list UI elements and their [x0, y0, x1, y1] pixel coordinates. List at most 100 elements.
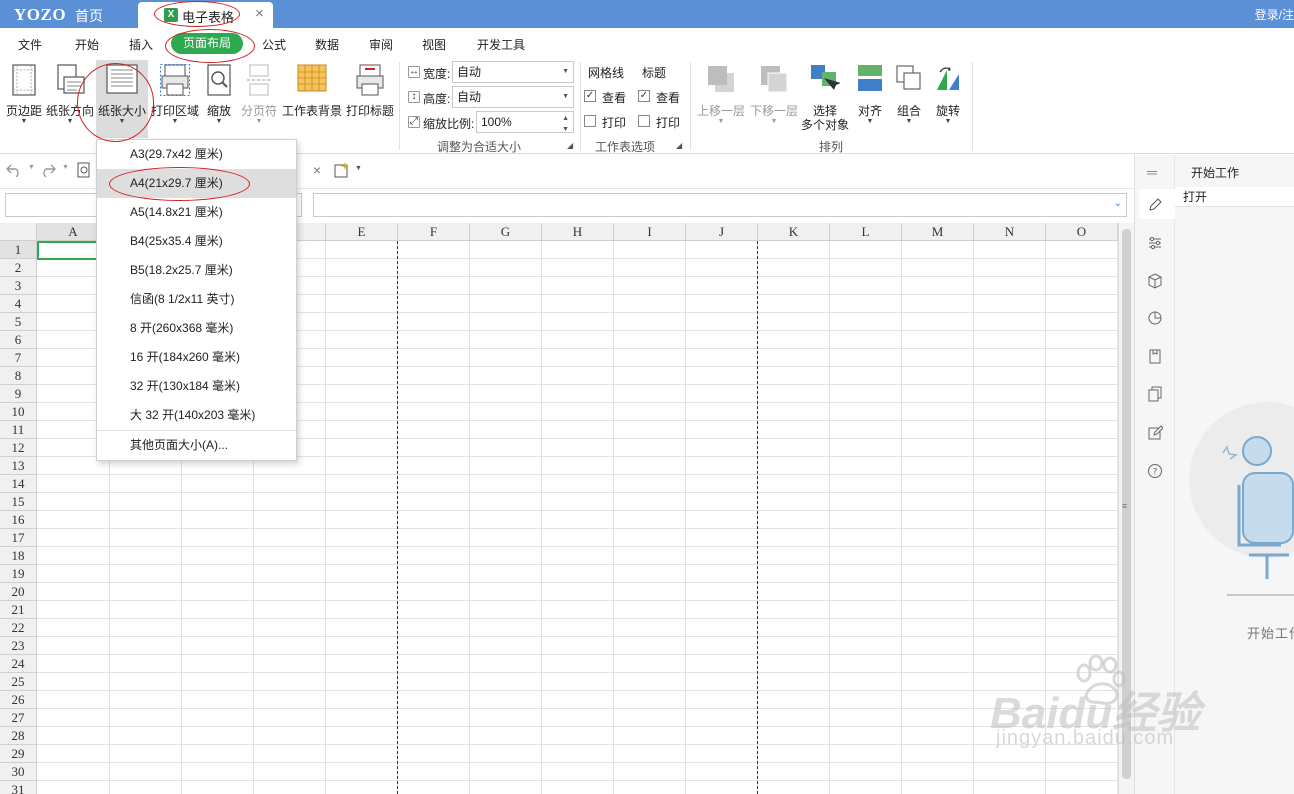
paper-size-item[interactable]: 大 32 开(140x203 毫米)	[97, 401, 296, 430]
row-header[interactable]: 2	[0, 259, 37, 277]
row-header[interactable]: 16	[0, 511, 37, 529]
print-titles-button[interactable]: 打印标题	[344, 60, 396, 138]
scale-button[interactable]: 缩放 ▼	[201, 60, 237, 138]
headings-view-checkbox[interactable]: ✓	[638, 90, 650, 102]
paper-size-item[interactable]: A5(14.8x21 厘米)	[97, 198, 296, 227]
column-header[interactable]: K	[758, 223, 830, 241]
row-header[interactable]: 24	[0, 655, 37, 673]
column-header[interactable]: M	[902, 223, 974, 241]
paper-size-item[interactable]: 8 开(260x368 毫米)	[97, 314, 296, 343]
copy-icon[interactable]	[1147, 386, 1163, 402]
home-tab[interactable]: 首页	[75, 6, 103, 26]
menu-view[interactable]: 视图	[422, 36, 446, 53]
menu-review[interactable]: 审阅	[369, 36, 393, 53]
row-header[interactable]: 27	[0, 709, 37, 727]
page-break-button[interactable]: 分页符 ▼	[239, 60, 279, 138]
headings-print-checkbox[interactable]	[638, 115, 650, 127]
expand-icon[interactable]: ⌄	[1114, 198, 1122, 209]
gridlines-view-checkbox[interactable]: ✓	[584, 90, 596, 102]
row-header[interactable]: 9	[0, 385, 37, 403]
redo-icon[interactable]	[40, 163, 56, 177]
menu-page-layout[interactable]: 页面布局	[171, 33, 243, 54]
scale-ratio-stepper[interactable]: 100% ▲ ▼	[476, 111, 574, 133]
column-header[interactable]: F	[398, 223, 470, 241]
menu-file[interactable]: 文件	[18, 36, 42, 53]
pencil-icon[interactable]	[1147, 197, 1163, 213]
menu-insert[interactable]: 插入	[129, 36, 153, 53]
paper-size-item[interactable]: 16 开(184x260 毫米)	[97, 343, 296, 372]
row-header[interactable]: 13	[0, 457, 37, 475]
row-header[interactable]: 4	[0, 295, 37, 313]
close-icon[interactable]: ×	[313, 162, 321, 178]
formula-input[interactable]: ⌄	[313, 193, 1127, 217]
row-header[interactable]: 18	[0, 547, 37, 565]
menu-developer[interactable]: 开发工具	[477, 36, 525, 53]
pie-chart-icon[interactable]	[1147, 310, 1163, 326]
new-sheet-icon[interactable]	[333, 162, 351, 178]
column-header[interactable]: H	[542, 223, 614, 241]
group-button[interactable]: 组合 ▼	[891, 60, 927, 138]
column-header[interactable]: N	[974, 223, 1046, 241]
undo-icon[interactable]	[6, 163, 22, 177]
row-header[interactable]: 29	[0, 745, 37, 763]
paper-size-item[interactable]: 32 开(130x184 毫米)	[97, 372, 296, 401]
paper-size-item[interactable]: A3(29.7x42 厘米)	[97, 140, 296, 169]
print-area-button[interactable]: 打印区域 ▼	[149, 60, 201, 138]
menu-icon[interactable]: ═	[1147, 164, 1157, 180]
row-header[interactable]: 23	[0, 637, 37, 655]
row-header[interactable]: 26	[0, 691, 37, 709]
row-header[interactable]: 12	[0, 439, 37, 457]
paper-size-item[interactable]: B5(18.2x25.7 厘米)	[97, 256, 296, 285]
paper-size-item[interactable]: A4(21x29.7 厘米)	[97, 169, 296, 198]
orientation-button[interactable]: 纸张方向 ▼	[45, 60, 95, 138]
close-icon[interactable]: ×	[255, 5, 264, 22]
row-header[interactable]: 25	[0, 673, 37, 691]
column-header[interactable]: I	[614, 223, 686, 241]
select-all-corner[interactable]	[0, 223, 37, 241]
send-backward-button[interactable]: 下移一层 ▼	[748, 60, 800, 138]
rotate-button[interactable]: 旋转 ▼	[930, 60, 966, 138]
settings-sliders-icon[interactable]	[1147, 235, 1163, 251]
sheet-background-button[interactable]: 工作表背景	[281, 60, 343, 138]
row-header[interactable]: 19	[0, 565, 37, 583]
paper-size-item[interactable]: 信函(8 1/2x11 英寸)	[97, 285, 296, 314]
chevron-down-icon[interactable]: ▼	[62, 164, 69, 171]
print-preview-icon[interactable]	[76, 162, 92, 178]
row-header[interactable]: 14	[0, 475, 37, 493]
select-objects-button[interactable]: 选择 多个对象	[800, 60, 850, 138]
dialog-launcher-icon[interactable]: ◢	[676, 141, 682, 150]
row-header[interactable]: 6	[0, 331, 37, 349]
row-header[interactable]: 17	[0, 529, 37, 547]
help-icon[interactable]: ?	[1147, 463, 1163, 479]
clipboard-icon[interactable]	[1147, 348, 1163, 364]
gridlines-print-checkbox[interactable]	[584, 115, 596, 127]
paper-size-button[interactable]: 纸张大小 ▼	[96, 60, 148, 138]
row-header[interactable]: 21	[0, 601, 37, 619]
row-header[interactable]: 3	[0, 277, 37, 295]
row-header[interactable]: 22	[0, 619, 37, 637]
chevron-down-icon[interactable]: ▼	[355, 165, 362, 172]
column-header[interactable]: J	[686, 223, 758, 241]
bring-forward-button[interactable]: 上移一层 ▼	[695, 60, 747, 138]
chevron-down-icon[interactable]: ▼	[28, 164, 35, 171]
document-tab[interactable]: X 电子表格 ×	[138, 2, 273, 28]
row-header[interactable]: 28	[0, 727, 37, 745]
menu-formulas[interactable]: 公式	[262, 36, 286, 53]
menu-home[interactable]: 开始	[75, 36, 99, 53]
column-header[interactable]: G	[470, 223, 542, 241]
row-header[interactable]: 10	[0, 403, 37, 421]
width-select[interactable]: 自动 ▼	[452, 61, 574, 83]
cube-icon[interactable]	[1147, 273, 1163, 289]
paper-size-item[interactable]: B4(25x35.4 厘米)	[97, 227, 296, 256]
row-header[interactable]: 8	[0, 367, 37, 385]
row-header[interactable]: 7	[0, 349, 37, 367]
column-header[interactable]: O	[1046, 223, 1118, 241]
open-link[interactable]: 打开	[1175, 187, 1294, 207]
row-header[interactable]: 11	[0, 421, 37, 439]
row-header[interactable]: 1	[0, 241, 37, 259]
menu-data[interactable]: 数据	[315, 36, 339, 53]
row-header[interactable]: 30	[0, 763, 37, 781]
stepper-down-icon[interactable]: ▼	[562, 120, 569, 140]
height-select[interactable]: 自动 ▼	[452, 86, 574, 108]
row-header[interactable]: 5	[0, 313, 37, 331]
